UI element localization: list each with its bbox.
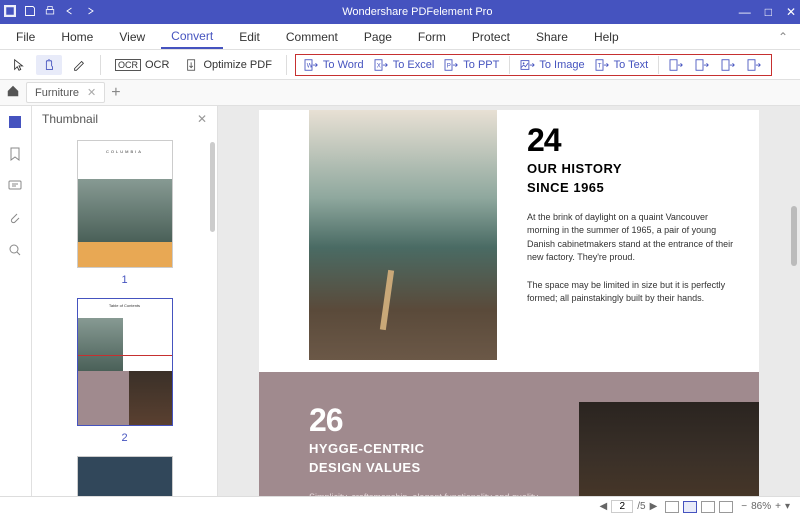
to-text-button[interactable]: TTo Text [591, 56, 653, 74]
menu-file[interactable]: File [6, 26, 45, 48]
document-scrollbar[interactable] [791, 206, 797, 266]
zoom-out-button[interactable]: − [741, 501, 747, 512]
to-ppt-button[interactable]: PTo PPT [440, 56, 503, 74]
save-icon[interactable] [24, 5, 36, 20]
document-tab[interactable]: Furniture ✕ [26, 82, 105, 103]
zoom-in-button[interactable]: + [775, 501, 781, 512]
view-facing-icon[interactable] [701, 501, 715, 513]
maximize-button[interactable]: □ [765, 5, 772, 19]
section-2-image [579, 402, 759, 496]
close-button[interactable]: ✕ [786, 5, 796, 19]
section-1-paragraph-2: The space may be limited in size but it … [527, 279, 739, 306]
hand-tool[interactable] [36, 55, 62, 75]
to-pdfa-button[interactable] [743, 56, 767, 74]
print-icon[interactable] [44, 5, 56, 20]
zoom-dropdown-icon[interactable]: ▾ [785, 501, 790, 512]
svg-text:P: P [447, 62, 451, 69]
to-html-button[interactable] [691, 56, 715, 74]
svg-text:W: W [307, 62, 313, 69]
sidebar-attachments-icon[interactable] [7, 210, 25, 228]
menu-collapse-icon[interactable]: ⌃ [772, 26, 794, 48]
redo-icon[interactable] [84, 5, 96, 20]
sidebar-search-icon[interactable] [7, 242, 25, 260]
document-viewport[interactable]: 24 OUR HISTORY SINCE 1965 At the brink o… [218, 106, 800, 496]
convert-toolbar-highlight: WTo Word XTo Excel PTo PPT To Image TTo … [295, 54, 772, 76]
next-page-button[interactable]: ▶ [650, 501, 658, 512]
window-title: Wondershare PDFelement Pro [96, 6, 739, 18]
section-2-paragraph-1: Simplicity, craftsmanship, elegant funct… [309, 491, 579, 496]
view-single-icon[interactable] [665, 501, 679, 513]
view-continuous-icon[interactable] [683, 501, 697, 513]
menu-help[interactable]: Help [584, 26, 629, 48]
to-word-button[interactable]: WTo Word [300, 56, 368, 74]
page-content: 24 OUR HISTORY SINCE 1965 At the brink o… [259, 110, 759, 496]
menu-edit[interactable]: Edit [229, 26, 270, 48]
section-1-title-line2: SINCE 1965 [527, 180, 739, 197]
tab-label: Furniture [35, 87, 79, 99]
section-2-number: 26 [309, 402, 579, 439]
thumbnail-page-3[interactable] [52, 456, 197, 496]
svg-text:T: T [597, 62, 601, 69]
edit-tool[interactable] [66, 55, 92, 75]
to-epub-button[interactable] [665, 56, 689, 74]
view-mode-group [665, 501, 733, 513]
optimize-pdf-button[interactable]: Optimize PDF [179, 55, 277, 75]
thumbnail-panel-title: Thumbnail [42, 112, 98, 126]
view-facing-continuous-icon[interactable] [719, 501, 733, 513]
prev-page-button[interactable]: ◀ [600, 501, 608, 512]
app-logo-icon [4, 5, 16, 20]
section-1-title-line1: OUR HISTORY [527, 161, 739, 178]
thumbnail-page-2[interactable]: Table of Contents 2 [52, 298, 197, 444]
sidebar-thumbnails-icon[interactable] [7, 114, 25, 132]
sidebar-comments-icon[interactable] [7, 178, 25, 196]
total-pages: /5 [637, 501, 645, 512]
add-tab-button[interactable]: + [111, 84, 120, 102]
menu-home[interactable]: Home [51, 26, 103, 48]
menu-form[interactable]: Form [408, 26, 456, 48]
svg-text:X: X [376, 62, 380, 69]
section-2-title-line1: HYGGE-CENTRIC [309, 441, 579, 458]
tab-close-icon[interactable]: ✕ [87, 86, 96, 99]
menu-share[interactable]: Share [526, 26, 578, 48]
to-excel-button[interactable]: XTo Excel [370, 56, 439, 74]
hero-image [309, 110, 497, 360]
menu-convert[interactable]: Convert [161, 25, 223, 49]
menu-page[interactable]: Page [354, 26, 402, 48]
to-rtf-button[interactable] [717, 56, 741, 74]
home-tab-icon[interactable] [6, 84, 20, 101]
section-2-title-line2: DESIGN VALUES [309, 460, 579, 477]
section-1-paragraph-1: At the brink of daylight on a quaint Van… [527, 211, 739, 265]
page-number-input[interactable] [611, 500, 633, 513]
select-tool[interactable] [6, 55, 32, 75]
sidebar-bookmarks-icon[interactable] [7, 146, 25, 164]
thumbnail-scrollbar[interactable] [210, 142, 215, 232]
thumbnail-page-1[interactable]: COLUMBIA 1 [52, 140, 197, 286]
menu-view[interactable]: View [109, 26, 155, 48]
menu-protect[interactable]: Protect [462, 26, 520, 48]
ocr-button[interactable]: OCROCR [109, 56, 175, 74]
menu-comment[interactable]: Comment [276, 26, 348, 48]
menu-bar: File Home View Convert Edit Comment Page… [0, 24, 800, 50]
to-image-button[interactable]: To Image [516, 56, 588, 74]
thumbnail-panel-close-icon[interactable]: ✕ [197, 112, 207, 126]
minimize-button[interactable]: — [739, 5, 751, 19]
undo-icon[interactable] [64, 5, 76, 20]
zoom-level: 86% [751, 501, 771, 512]
section-1-number: 24 [527, 122, 739, 159]
